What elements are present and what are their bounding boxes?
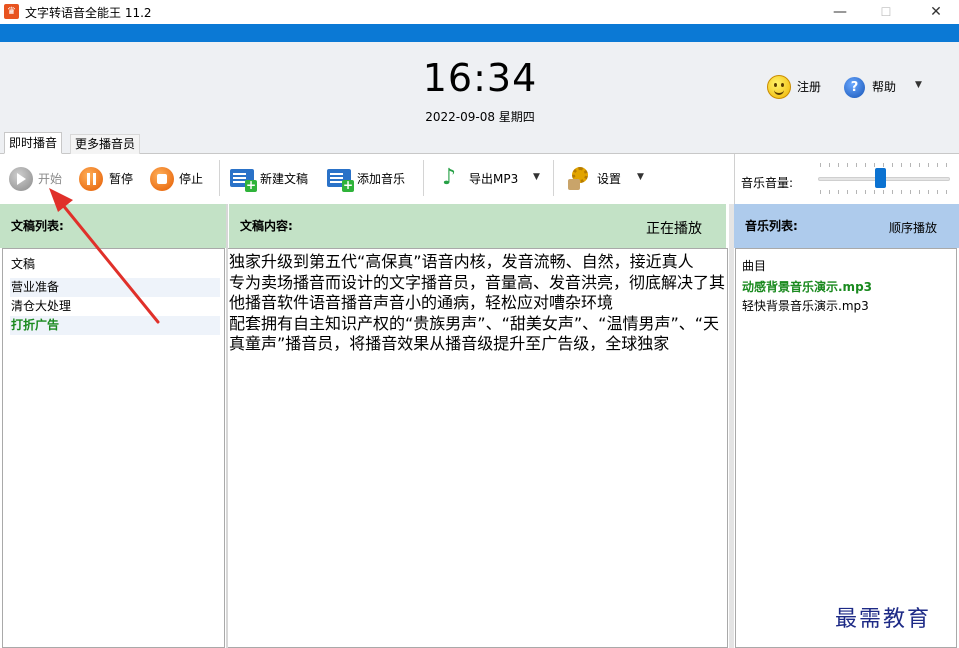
clock-time: 16:34: [422, 56, 538, 100]
toolbar-divider: [734, 154, 735, 204]
help-icon[interactable]: ?: [844, 77, 865, 98]
maximize-button[interactable]: ☐: [863, 0, 909, 24]
settings-button[interactable]: 设置: [597, 166, 621, 192]
accent-bar: [0, 24, 959, 42]
help-link[interactable]: 帮助: [872, 75, 896, 99]
doc-list-column-header: 文稿: [11, 257, 36, 271]
clock-date: 2022-09-08 星期四: [425, 110, 535, 124]
help-dropdown-caret-icon[interactable]: ▼: [915, 80, 922, 90]
slider-ticks-bottom: [820, 190, 948, 194]
music-volume-label: 音乐音量:: [741, 176, 794, 190]
toolbar-divider: [219, 160, 220, 196]
minimize-button[interactable]: —: [817, 0, 863, 24]
settings-dropdown-caret-icon[interactable]: ▼: [637, 172, 644, 182]
doc-list-item[interactable]: 营业准备: [10, 278, 220, 297]
playing-status: 正在播放: [646, 221, 702, 237]
title-bar: ♛ 文字转语音全能王 11.2 — ☐ ✕: [0, 0, 959, 24]
panel-splitter[interactable]: [226, 204, 228, 648]
window-title: 文字转语音全能王 11.2: [25, 6, 152, 20]
add-music-icon[interactable]: [327, 169, 354, 192]
content-paragraph: 专为卖场播音而设计的文字播音员，音量高、发音洪亮，彻底解决了其他播音软件语音播音…: [229, 272, 726, 313]
gear-base-icon: [568, 179, 580, 190]
play-triangle-icon: [17, 173, 26, 185]
doc-list-header: 文稿列表:: [0, 204, 227, 248]
doc-list-item[interactable]: 清仓大处理: [10, 297, 220, 316]
settings-gear-icon[interactable]: [566, 165, 592, 191]
pause-bars-icon: [87, 173, 96, 185]
doc-list-item-selected[interactable]: 打折广告: [10, 316, 220, 335]
tab-instant-broadcast[interactable]: 即时播音: [4, 132, 63, 154]
music-list-column-header: 曲目: [742, 259, 767, 273]
stop-button[interactable]: 停止: [179, 166, 203, 192]
music-list-item-playing[interactable]: 动感背景音乐演示.mp3: [742, 278, 952, 297]
content-paragraph: 独家升级到第五代“高保真”语音内核，发音流畅、自然，接近真人: [229, 252, 694, 271]
add-music-button[interactable]: 添加音乐: [357, 166, 405, 192]
tab-strip: [0, 132, 959, 154]
pause-button[interactable]: 暂停: [109, 166, 133, 192]
toolbar-divider: [553, 160, 554, 196]
slider-ticks-top: [820, 163, 948, 167]
register-smiley-icon[interactable]: [767, 75, 791, 99]
new-document-icon[interactable]: [230, 169, 257, 192]
watermark-text: 最需教育: [835, 607, 932, 632]
export-mp3-button[interactable]: 导出MP3: [469, 166, 518, 192]
tab-more-announcers[interactable]: 更多播音员: [70, 134, 141, 154]
app-logo-icon: ♛: [4, 4, 19, 19]
new-document-button[interactable]: 新建文稿: [260, 166, 308, 192]
music-list-item[interactable]: 轻快背景音乐演示.mp3: [742, 297, 952, 316]
app-window: ♛ 文字转语音全能王 11.2 — ☐ ✕ 16:34 2022-09-08 星…: [0, 0, 959, 648]
close-button[interactable]: ✕: [913, 0, 959, 24]
music-volume-thumb[interactable]: [875, 168, 886, 188]
doc-content-text[interactable]: 独家升级到第五代“高保真”语音内核，发音流畅、自然，接近真人 专为卖场播音而设计…: [229, 252, 725, 355]
stop-square-icon: [157, 174, 167, 184]
start-button[interactable]: 开始: [38, 166, 62, 192]
play-mode-toggle[interactable]: 顺序播放: [889, 219, 937, 236]
panel-splitter[interactable]: [729, 204, 734, 648]
register-link[interactable]: 注册: [797, 75, 821, 99]
music-note-icon[interactable]: ♪: [442, 165, 462, 191]
export-dropdown-caret-icon[interactable]: ▼: [533, 172, 540, 182]
content-paragraph: 配套拥有自主知识产权的“贵族男声”、“甜美女声”、“温情男声”、“天真童声”播音…: [229, 313, 720, 354]
toolbar-divider: [423, 160, 424, 196]
